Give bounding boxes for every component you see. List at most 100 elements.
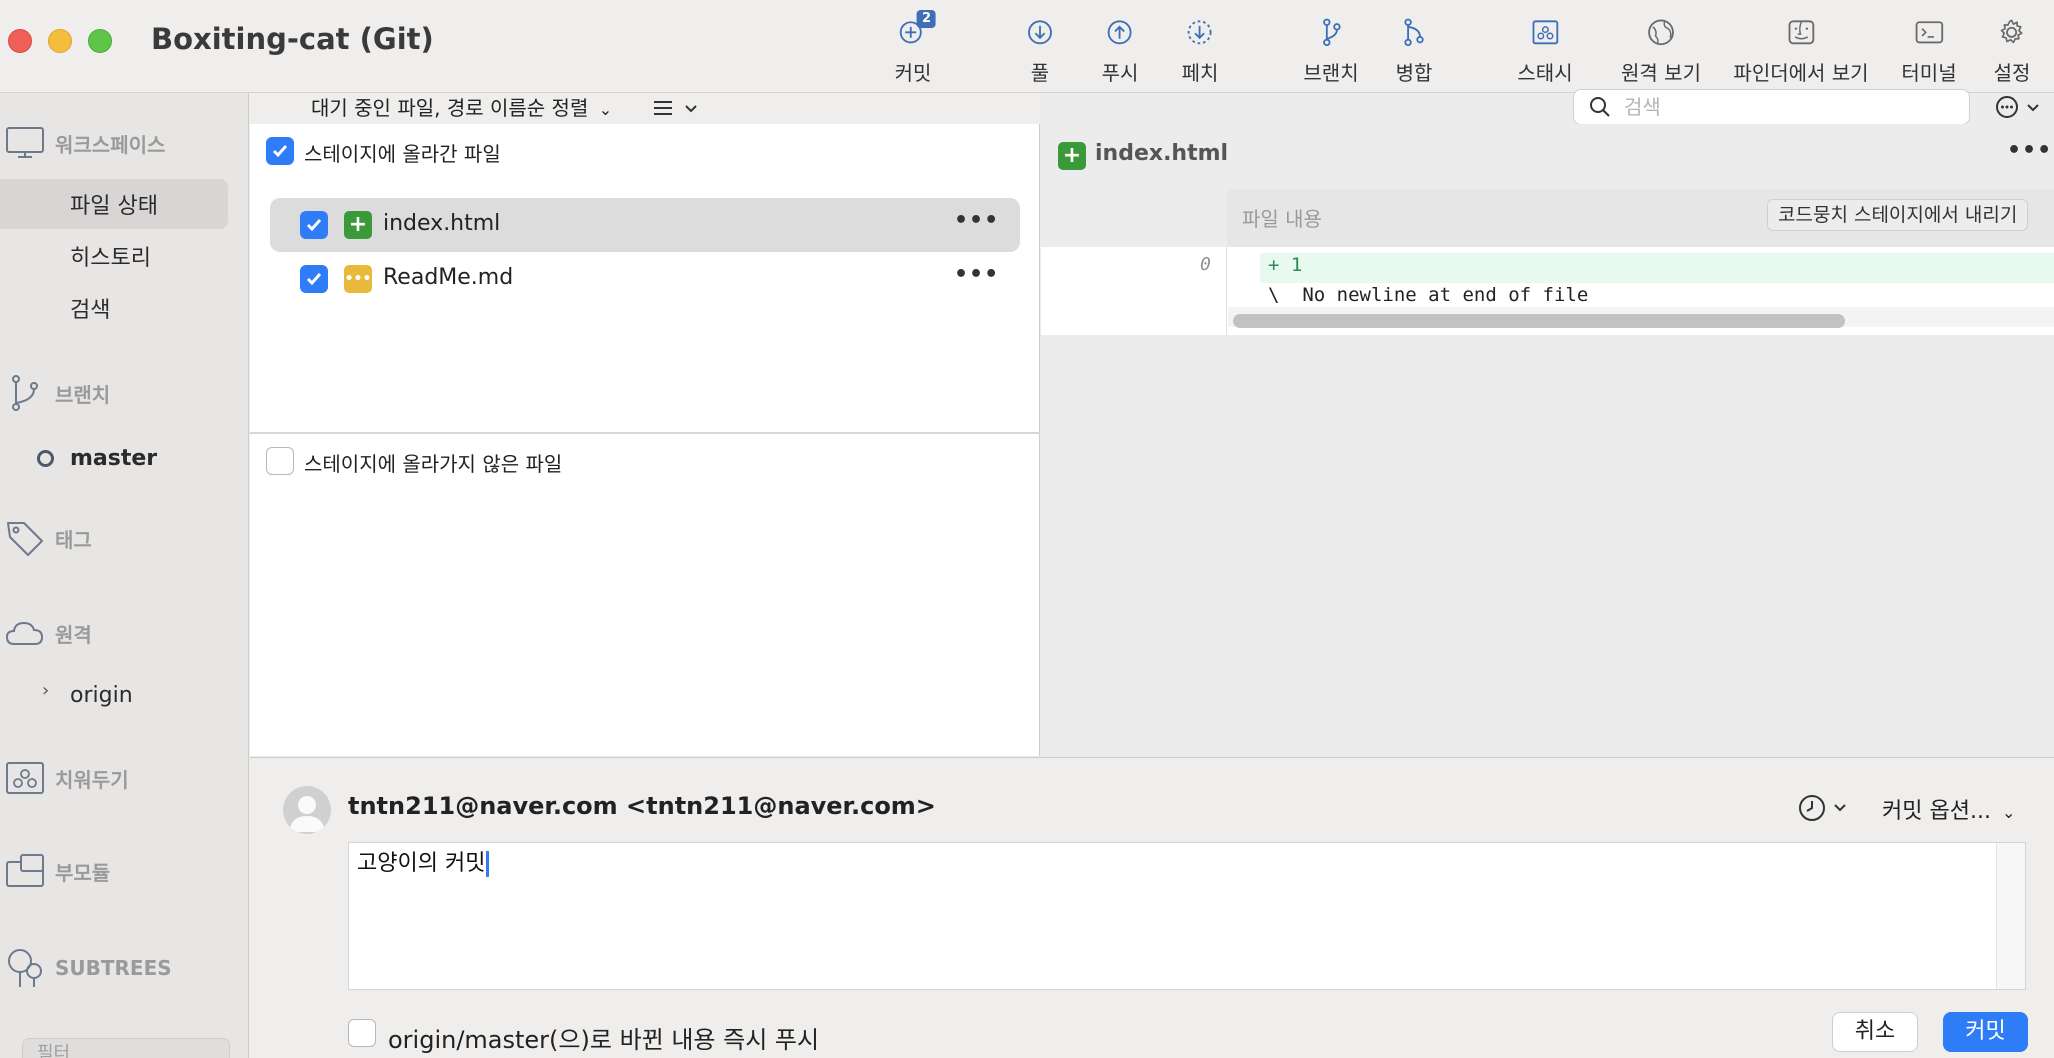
added-line-highlight: [1260, 253, 2054, 283]
sidebar-workspace-label: 워크스페이스: [55, 132, 166, 157]
search-input[interactable]: [1624, 92, 1954, 122]
commit-history-dropdown[interactable]: [1797, 791, 1853, 825]
terminal-toolbar-button[interactable]: 터미널: [1901, 8, 1957, 86]
diff-file-name: index.html: [1095, 141, 1229, 166]
more-options-icon[interactable]: •••: [954, 262, 999, 287]
ellipsis-circle-icon: [1996, 96, 2018, 118]
sidebar-section-subtrees[interactable]: SUBTREES: [0, 948, 248, 988]
gear-icon: [2001, 19, 2023, 44]
show-in-finder-toolbar-label: 파인더에서 보기: [1733, 61, 1869, 85]
branch-icon: [12, 375, 38, 411]
branch-toolbar-button[interactable]: 브랜치: [1303, 8, 1359, 86]
sidebar-section-tags[interactable]: 태그: [0, 518, 248, 558]
commit-message-scrollbar[interactable]: [1996, 843, 2025, 989]
sort-dropdown[interactable]: 대기 중인 파일, 경로 이름순 정렬 ⌄: [311, 92, 612, 121]
remote-origin-label: origin: [70, 682, 133, 708]
show-in-finder-toolbar-button[interactable]: 파인더에서 보기: [1733, 8, 1869, 86]
staged-unstaged-divider[interactable]: [250, 432, 1040, 434]
more-options-icon[interactable]: •••: [954, 208, 999, 233]
sidebar-item-remote-origin[interactable]: › origin: [0, 670, 228, 720]
sidebar-tags-label: 태그: [55, 527, 92, 552]
disclosure-chevron-right-icon[interactable]: ›: [42, 680, 49, 701]
commit-toolbar-button[interactable]: 2 커밋: [894, 8, 937, 86]
checkmark-icon: [306, 219, 322, 232]
sidebar-submodules-label: 부모듈: [55, 860, 111, 885]
sidebar: 워크스페이스 파일 상태 히스토리 검색 브랜치 master 태그 원격 › …: [0, 93, 249, 1058]
staged-file-row[interactable]: + index.html •••: [270, 198, 1020, 252]
commit-message-field[interactable]: [348, 842, 2026, 990]
added-status-icon: +: [1058, 142, 1086, 170]
commit-options-label: 커밋 옵션...: [1882, 799, 1991, 824]
minimize-window-button[interactable]: [48, 29, 72, 53]
horizontal-scrollbar-thumb[interactable]: [1233, 314, 1845, 328]
search-field[interactable]: [1573, 89, 1970, 125]
settings-toolbar-button[interactable]: 설정: [1994, 8, 2030, 86]
finder-icon: [1788, 20, 1814, 45]
globe-icon: [1648, 19, 1674, 46]
view-mode-dropdown[interactable]: [650, 95, 702, 121]
submodule-icon: [6, 854, 44, 887]
close-window-button[interactable]: [8, 29, 32, 53]
sidebar-section-submodules[interactable]: 부모듈: [0, 851, 248, 891]
push-immediately-checkbox[interactable]: [348, 1019, 376, 1047]
chevron-down-icon: [2027, 104, 2039, 112]
sort-dropdown-label: 대기 중인 파일, 경로 이름순 정렬: [311, 96, 589, 120]
unstaged-select-all-checkbox[interactable]: [266, 447, 294, 475]
branch-toolbar-label: 브랜치: [1303, 61, 1359, 85]
diff-more-options-icon[interactable]: •••: [2007, 138, 2052, 163]
push-immediately-label: origin/master(으)로 바뀐 내용 즉시 푸시: [388, 1026, 820, 1054]
remote-view-toolbar-label: 원격 보기: [1621, 61, 1701, 85]
line-number: 0: [1200, 254, 1211, 275]
sidebar-item-history[interactable]: 히스토리: [0, 231, 228, 281]
stash-icon: [6, 762, 44, 794]
merge-icon: [1404, 18, 1425, 47]
tree-icon: [8, 949, 42, 987]
pull-arrow-down-icon: [1028, 20, 1052, 45]
more-menu-button[interactable]: [1994, 94, 2042, 120]
sidebar-branches-label: 브랜치: [55, 382, 111, 407]
staged-select-all-checkbox[interactable]: [266, 137, 294, 165]
clock-icon: [1799, 795, 1825, 821]
zoom-window-button[interactable]: [88, 29, 112, 53]
commit-toolbar-label: 커밋: [894, 61, 932, 85]
checkmark-icon: [272, 145, 288, 158]
sidebar-item-search[interactable]: 검색: [0, 283, 228, 333]
cloud-icon: [5, 621, 44, 645]
commit-button[interactable]: 커밋: [1943, 1012, 2028, 1052]
merge-toolbar-label: 병합: [1395, 61, 1433, 85]
remote-view-toolbar-button[interactable]: 원격 보기: [1621, 8, 1701, 86]
file-name: ReadMe.md: [383, 265, 514, 290]
sidebar-section-remotes[interactable]: 원격: [0, 613, 248, 653]
sidebar-remotes-label: 원격: [55, 622, 92, 647]
stash-icon: [1532, 20, 1558, 45]
file-checkbox[interactable]: [300, 265, 328, 293]
sidebar-item-branch-master[interactable]: master: [0, 433, 228, 483]
branch-master-label: master: [70, 445, 158, 471]
sidebar-item-file-status[interactable]: 파일 상태: [0, 179, 228, 229]
chevron-down-icon: [1834, 804, 1846, 812]
diff-added-line: + 1: [1268, 254, 1303, 276]
sidebar-section-branches[interactable]: 브랜치: [0, 373, 248, 413]
list-view-icon: [654, 101, 672, 115]
cancel-button[interactable]: 취소: [1832, 1012, 1918, 1052]
branch-icon: [1322, 18, 1341, 47]
text-caret: [486, 851, 490, 877]
monitor-icon: [6, 127, 44, 158]
file-name: index.html: [383, 211, 501, 236]
stash-toolbar-button[interactable]: 스태시: [1517, 8, 1573, 86]
sidebar-section-workspace: 워크스페이스: [0, 123, 248, 163]
commit-options-dropdown[interactable]: 커밋 옵션... ⌄: [1882, 793, 2015, 825]
commit-message-value: 고양이의 커밋: [357, 851, 486, 876]
sidebar-subtrees-label: SUBTREES: [55, 956, 172, 980]
modified-status-icon: •••: [344, 265, 372, 293]
staged-file-row[interactable]: ••• ReadMe.md •••: [270, 252, 1020, 306]
fetch-toolbar-button[interactable]: 페치: [1182, 8, 1218, 86]
file-checkbox[interactable]: [300, 211, 328, 239]
chevron-down-icon: ⌄: [2001, 803, 2016, 822]
sidebar-filter-input[interactable]: 필터: [22, 1038, 230, 1058]
sidebar-section-stashes[interactable]: 치워두기: [0, 758, 248, 798]
unstage-hunk-button[interactable]: 코드뭉치 스테이지에서 내리기: [1767, 199, 2029, 231]
pull-toolbar-button[interactable]: 풀: [1022, 8, 1058, 86]
push-toolbar-button[interactable]: 푸시: [1102, 8, 1138, 86]
merge-toolbar-button[interactable]: 병합: [1395, 8, 1433, 86]
